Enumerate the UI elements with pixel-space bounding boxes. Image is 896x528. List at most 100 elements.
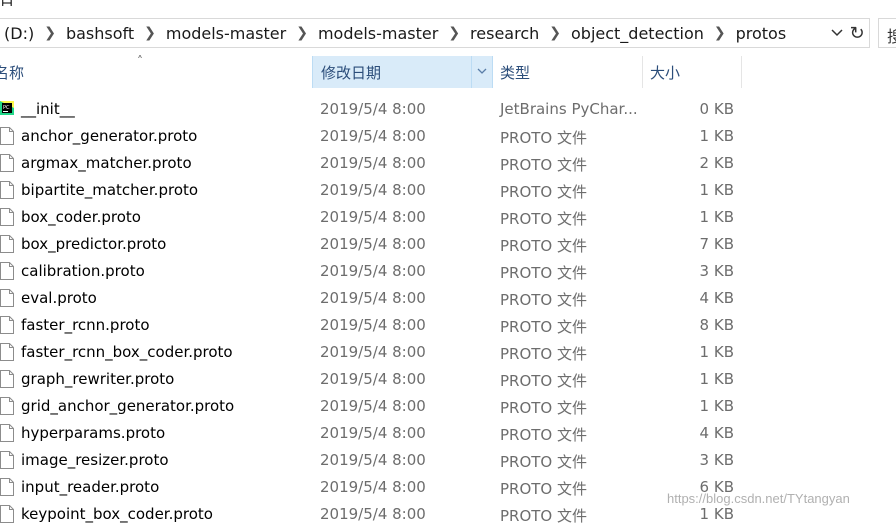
file-type: PROTO 文件 bbox=[500, 183, 588, 201]
file-name: __init__ bbox=[21, 100, 75, 118]
breadcrumb-item-models-master-2[interactable]: models-master bbox=[318, 24, 438, 43]
address-bar[interactable]: (D:) ❯ bashsoft ❯ models-master ❯ models… bbox=[0, 18, 870, 48]
refresh-button[interactable]: ↻ bbox=[846, 19, 868, 47]
chevron-right-icon[interactable]: ❯ bbox=[714, 25, 726, 41]
file-row[interactable]: calibration.proto 2019/5/4 8:00 PROTO 文件… bbox=[0, 258, 896, 285]
address-history-dropdown[interactable] bbox=[828, 19, 846, 47]
chevron-right-icon[interactable]: ❯ bbox=[448, 25, 460, 41]
file-type: PROTO 文件 bbox=[500, 237, 588, 255]
file-size: 1 KB bbox=[699, 181, 734, 199]
breadcrumb-item-research[interactable]: research bbox=[470, 24, 539, 43]
breadcrumb-item-bashsoft[interactable]: bashsoft bbox=[66, 24, 134, 43]
column-header-size[interactable]: 大小 bbox=[642, 56, 742, 88]
file-size: 1 KB bbox=[699, 343, 734, 361]
watermark: https://blog.csdn.net/TYtangyan bbox=[667, 491, 850, 506]
file-size: 2 KB bbox=[699, 154, 734, 172]
file-name: hyperparams.proto bbox=[21, 424, 166, 442]
file-date: 2019/5/4 8:00 bbox=[320, 505, 426, 523]
chevron-right-icon[interactable]: ❯ bbox=[296, 25, 308, 41]
file-size: 3 KB bbox=[699, 451, 734, 469]
column-filter-divider bbox=[471, 56, 472, 88]
column-label-type: 类型 bbox=[500, 63, 531, 82]
file-date: 2019/5/4 8:00 bbox=[320, 451, 426, 469]
file-size: 0 KB bbox=[699, 100, 734, 118]
file-name: box_coder.proto bbox=[21, 208, 141, 226]
file-name: input_reader.proto bbox=[21, 478, 160, 496]
breadcrumb-item-protos[interactable]: protos bbox=[736, 24, 787, 43]
file-row[interactable]: box_coder.proto 2019/5/4 8:00 PROTO 文件 1… bbox=[0, 204, 896, 231]
file-size: 1 KB bbox=[699, 505, 734, 523]
file-name: keypoint_box_coder.proto bbox=[21, 505, 213, 523]
file-size: 1 KB bbox=[699, 208, 734, 226]
file-name: bipartite_matcher.proto bbox=[21, 181, 199, 199]
file-date: 2019/5/4 8:00 bbox=[320, 100, 426, 118]
file-type: PROTO 文件 bbox=[500, 291, 588, 309]
file-size: 1 KB bbox=[699, 370, 734, 388]
chevron-right-icon[interactable]: ❯ bbox=[549, 25, 561, 41]
file-name: graph_rewriter.proto bbox=[21, 370, 175, 388]
file-size: 1 KB bbox=[699, 127, 734, 145]
file-type: PROTO 文件 bbox=[500, 399, 588, 417]
file-icon bbox=[0, 478, 14, 496]
column-header: 名称 ˄ 修改日期 类型 大小 bbox=[0, 54, 896, 88]
file-date: 2019/5/4 8:00 bbox=[320, 235, 426, 253]
file-size: 4 KB bbox=[699, 289, 734, 307]
file-date: 2019/5/4 8:00 bbox=[320, 127, 426, 145]
file-row[interactable]: graph_rewriter.proto 2019/5/4 8:00 PROTO… bbox=[0, 366, 896, 393]
breadcrumb-item-drive[interactable]: (D:) bbox=[4, 24, 34, 43]
file-icon bbox=[0, 343, 14, 361]
file-icon bbox=[0, 424, 14, 442]
file-type: PROTO 文件 bbox=[500, 480, 588, 498]
file-row[interactable]: image_resizer.proto 2019/5/4 8:00 PROTO … bbox=[0, 447, 896, 474]
file-name: anchor_generator.proto bbox=[21, 127, 198, 145]
file-date: 2019/5/4 8:00 bbox=[320, 424, 426, 442]
file-type: PROTO 文件 bbox=[500, 345, 588, 363]
file-name: image_resizer.proto bbox=[21, 451, 169, 469]
file-name: eval.proto bbox=[21, 289, 97, 307]
column-header-name[interactable]: 名称 ˄ bbox=[0, 54, 305, 88]
column-header-type[interactable]: 类型 bbox=[493, 56, 641, 88]
file-date: 2019/5/4 8:00 bbox=[320, 181, 426, 199]
file-icon bbox=[0, 370, 14, 388]
file-icon bbox=[0, 208, 14, 226]
breadcrumb-item-models-master[interactable]: models-master bbox=[166, 24, 286, 43]
file-icon bbox=[0, 451, 14, 469]
file-row[interactable]: eval.proto 2019/5/4 8:00 PROTO 文件 4 KB bbox=[0, 285, 896, 312]
file-row[interactable]: faster_rcnn.proto 2019/5/4 8:00 PROTO 文件… bbox=[0, 312, 896, 339]
file-row[interactable]: hyperparams.proto 2019/5/4 8:00 PROTO 文件… bbox=[0, 420, 896, 447]
column-header-date-modified[interactable]: 修改日期 bbox=[312, 56, 493, 88]
chevron-down-icon bbox=[831, 29, 843, 37]
file-type: PROTO 文件 bbox=[500, 264, 588, 282]
refresh-icon: ↻ bbox=[849, 22, 865, 44]
breadcrumb-item-object-detection[interactable]: object_detection bbox=[571, 24, 704, 43]
file-date: 2019/5/4 8:00 bbox=[320, 262, 426, 280]
file-name: calibration.proto bbox=[21, 262, 145, 280]
file-date: 2019/5/4 8:00 bbox=[320, 208, 426, 226]
column-label-size: 大小 bbox=[650, 63, 681, 82]
chevron-down-icon[interactable] bbox=[475, 64, 489, 78]
file-row[interactable]: box_predictor.proto 2019/5/4 8:00 PROTO … bbox=[0, 231, 896, 258]
file-row[interactable]: grid_anchor_generator.proto 2019/5/4 8:0… bbox=[0, 393, 896, 420]
file-row[interactable]: argmax_matcher.proto 2019/5/4 8:00 PROTO… bbox=[0, 150, 896, 177]
file-row[interactable]: faster_rcnn_box_coder.proto 2019/5/4 8:0… bbox=[0, 339, 896, 366]
file-row[interactable]: anchor_generator.proto 2019/5/4 8:00 PRO… bbox=[0, 123, 896, 150]
file-size: 1 KB bbox=[699, 397, 734, 415]
file-size: 8 KB bbox=[699, 316, 734, 334]
file-name: argmax_matcher.proto bbox=[21, 154, 192, 172]
file-date: 2019/5/4 8:00 bbox=[320, 289, 426, 307]
chevron-right-icon[interactable]: ❯ bbox=[44, 25, 56, 41]
search-input[interactable]: 搜 bbox=[878, 18, 896, 48]
file-row[interactable]: bipartite_matcher.proto 2019/5/4 8:00 PR… bbox=[0, 177, 896, 204]
toolbar-fragment: 目 bbox=[0, 0, 18, 6]
breadcrumb: (D:) ❯ bashsoft ❯ models-master ❯ models… bbox=[4, 19, 786, 47]
chevron-right-icon[interactable]: ❯ bbox=[144, 25, 156, 41]
file-type: PROTO 文件 bbox=[500, 156, 588, 174]
column-label-name: 名称 bbox=[0, 63, 25, 82]
file-size: 4 KB bbox=[699, 424, 734, 442]
file-icon bbox=[0, 154, 14, 172]
file-date: 2019/5/4 8:00 bbox=[320, 478, 426, 496]
file-row[interactable]: PC __init__ 2019/5/4 8:00 JetBrains PyCh… bbox=[0, 96, 896, 123]
file-icon bbox=[0, 397, 14, 415]
window-top-strip: 目 bbox=[0, 0, 896, 18]
file-type: PROTO 文件 bbox=[500, 129, 588, 147]
